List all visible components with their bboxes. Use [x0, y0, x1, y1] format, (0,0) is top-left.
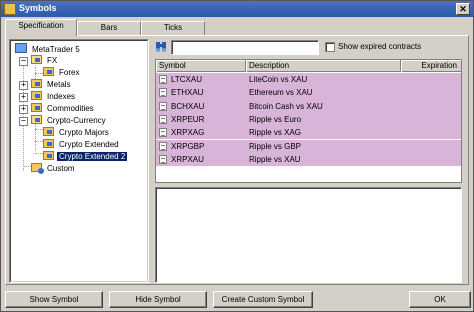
expand-toggle-commodities[interactable]: +: [19, 105, 28, 114]
metatrader-icon: [15, 43, 27, 53]
description-cell: Ripple vs XAG: [249, 128, 302, 138]
tree-item-crypto-majors[interactable]: Crypto Majors: [43, 127, 111, 139]
symbol-icon: [159, 88, 167, 98]
show-expired-label: Show expired contracts: [338, 42, 422, 51]
folder-open-icon: [31, 115, 42, 124]
binoculars-search-icon[interactable]: [155, 41, 167, 53]
close-button[interactable]: ✕: [456, 3, 470, 15]
tree-item-crypto-currency[interactable]: Crypto-Currency: [31, 115, 108, 127]
tree-item-commodities[interactable]: Commodities: [31, 103, 96, 115]
tree-item-forex[interactable]: Forex: [43, 67, 81, 79]
create-custom-symbol-button[interactable]: Create Custom Symbol: [213, 291, 313, 308]
tree-item-metals[interactable]: Metals: [31, 79, 73, 91]
tab-bars[interactable]: Bars: [77, 21, 141, 35]
folder-icon: [31, 103, 42, 112]
symbol-cell: BCHXAU: [171, 101, 205, 111]
show-symbol-button[interactable]: Show Symbol: [5, 291, 103, 308]
symbol-cell: LTCXAU: [171, 75, 202, 84]
ok-button[interactable]: OK: [409, 291, 471, 308]
folder-open-icon: [31, 55, 42, 64]
description-cell: Ethereum vs XAU: [249, 88, 313, 98]
column-header-description[interactable]: Description: [246, 60, 401, 72]
tab-specification[interactable]: Specification: [5, 19, 77, 36]
symbol-icon: [159, 75, 167, 84]
symbol-cell: XRPXAG: [171, 128, 205, 138]
symbol-cell: XRPEUR: [171, 114, 205, 124]
title-bar: Symbols ✕: [1, 1, 473, 17]
table-header: Symbol Description Expiration: [156, 60, 461, 72]
description-cell: Ripple vs Euro: [249, 114, 302, 124]
folder-icon: [43, 67, 54, 76]
folder-icon: [43, 127, 54, 136]
tree-item-fx[interactable]: FX: [31, 55, 59, 67]
tree-item-custom[interactable]: Custom: [31, 163, 77, 175]
window-title: Symbols: [19, 3, 57, 13]
expand-toggle-fx[interactable]: −: [19, 57, 28, 66]
symbol-search-input[interactable]: [171, 40, 319, 55]
symbol-cell: ETHXAU: [171, 88, 204, 98]
symbol-cell: XRPXAU: [171, 154, 204, 164]
description-cell: LiteCoin vs XAU: [249, 75, 308, 84]
expand-toggle-metals[interactable]: +: [19, 81, 28, 90]
folder-icon: [31, 79, 42, 88]
table-row[interactable]: XRPGBP Ripple vs GBP: [156, 139, 461, 153]
symbol-cell: XRPGBP: [171, 141, 205, 151]
symbol-icon: [159, 141, 167, 151]
folder-icon: [31, 91, 42, 100]
table-row[interactable]: XRPXAG Ripple vs XAG: [156, 126, 461, 140]
symbols-window: Symbols ✕ Specification Bars Ticks MetaT…: [0, 0, 474, 312]
symbol-icon: [159, 114, 167, 124]
tree-item-metatrader5[interactable]: MetaTrader 5: [15, 43, 82, 55]
column-header-symbol[interactable]: Symbol: [156, 60, 246, 72]
tree-item-crypto-extended-2[interactable]: Crypto Extended 2: [43, 151, 128, 163]
column-header-expiration[interactable]: Expiration: [401, 60, 461, 72]
symbol-icon: [159, 101, 167, 111]
symbol-group-tree[interactable]: MetaTrader 5 − FX Forex + Metals + Index…: [9, 39, 149, 283]
folder-icon: [43, 139, 54, 148]
folder-icon: [43, 151, 54, 160]
table-row[interactable]: BCHXAU Bitcoin Cash vs XAU: [156, 99, 461, 113]
tree-item-indexes[interactable]: Indexes: [31, 91, 77, 103]
description-cell: Ripple vs GBP: [249, 141, 302, 151]
tree-item-crypto-extended[interactable]: Crypto Extended: [43, 139, 121, 151]
description-cell: Bitcoin Cash vs XAU: [249, 101, 323, 111]
symbols-app-icon: [4, 3, 16, 15]
symbol-icon: [159, 128, 167, 138]
tab-ticks[interactable]: Ticks: [141, 21, 205, 35]
symbols-table: Symbol Description Expiration LTCXAU Lite…: [155, 59, 462, 183]
table-row[interactable]: XRPEUR Ripple vs Euro: [156, 112, 461, 127]
symbol-properties-panel: [155, 187, 462, 283]
expand-toggle-crypto-currency[interactable]: −: [19, 117, 28, 126]
hide-symbol-button[interactable]: Hide Symbol: [109, 291, 207, 308]
symbol-icon: [159, 154, 167, 164]
show-expired-checkbox[interactable]: [325, 42, 335, 52]
custom-folder-icon: [31, 163, 44, 174]
table-row[interactable]: ETHXAU Ethereum vs XAU: [156, 86, 461, 100]
description-cell: Ripple vs XAU: [249, 154, 301, 164]
table-row[interactable]: XRPXAU Ripple vs XAU: [156, 152, 461, 167]
table-row[interactable]: LTCXAU LiteCoin vs XAU: [156, 73, 461, 87]
expand-toggle-indexes[interactable]: +: [19, 93, 28, 102]
